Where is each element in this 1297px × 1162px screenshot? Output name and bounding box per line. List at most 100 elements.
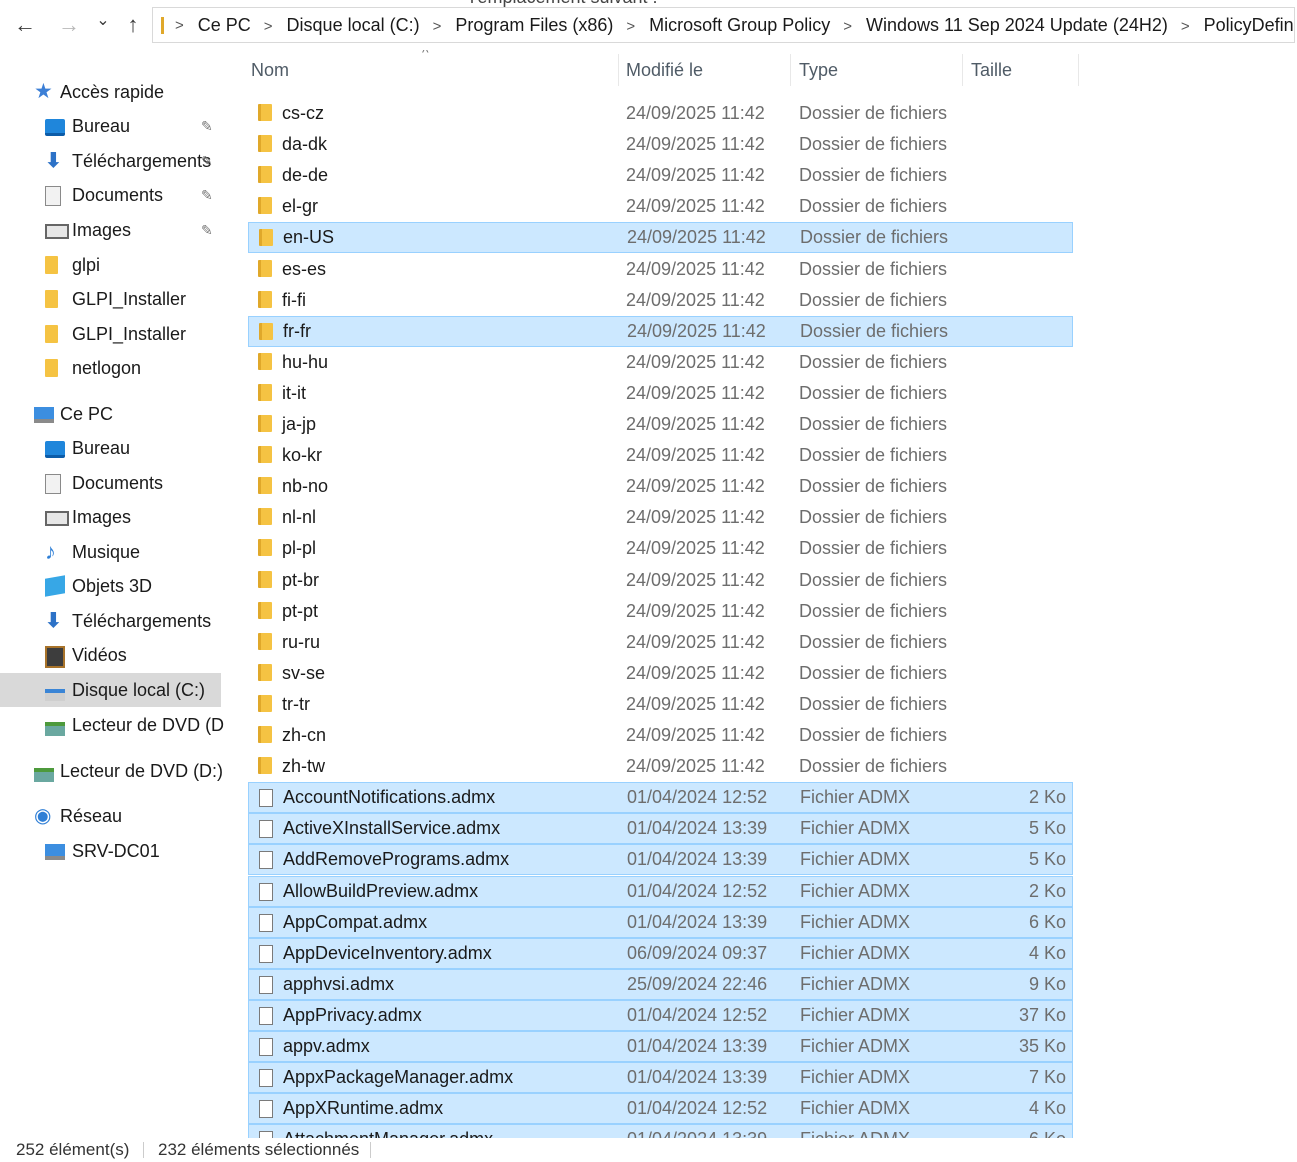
modified-date: 24/09/2025 11:42 [626, 290, 765, 310]
recent-locations-chevron-icon[interactable]: ⌄ [90, 6, 116, 36]
folder-row[interactable]: nl-nl 24/09/2025 11:42 Dossier de fichiers [248, 502, 1073, 533]
file-name: AttachmentManager.admx [283, 1124, 493, 1138]
breadcrumb-item[interactable]: Program Files (x86) [453, 15, 615, 35]
file-size: 6 Ko [1029, 1124, 1066, 1138]
sidebar-item[interactable]: Lecteur de DVD (D:) S [0, 754, 224, 788]
back-arrow-icon[interactable]: ← [12, 10, 38, 40]
pin-icon[interactable]: ✎ [201, 178, 213, 212]
file-icon [259, 945, 273, 963]
sidebar-item[interactable]: Objets 3D [0, 569, 224, 603]
sidebar-item[interactable]: ♪ Musique [0, 535, 224, 569]
address-bar[interactable]: > Ce PC > Disque local (C:) > Program Files … [152, 7, 1295, 43]
column-type[interactable]: Type [796, 50, 962, 90]
file-row[interactable]: apphvsi.admx 25/09/2024 22:46 Fichier ADMX… [248, 969, 1073, 1000]
breadcrumb-separator-icon[interactable]: > [1170, 18, 1202, 35]
modified-date: 24/09/2025 11:42 [626, 383, 765, 403]
file-row[interactable]: AccountNotifications.admx 01/04/2024 12:5… [248, 782, 1073, 813]
sidebar-item[interactable]: ⬇ Téléchargements [0, 604, 224, 638]
file-type: Dossier de fichiers [799, 290, 948, 310]
folder-row[interactable]: pt-br 24/09/2025 11:42 Dossier de fichiers [248, 565, 1073, 596]
file-row[interactable]: AttachmentManager.admx 01/04/2024 13:39 Fi… [248, 1124, 1073, 1138]
sidebar-item[interactable]: ★ Accès rapide [0, 75, 224, 109]
pin-icon[interactable]: ✎ [201, 213, 213, 247]
folder-row[interactable]: ru-ru 24/09/2025 11:42 Dossier de fichiers [248, 627, 1073, 658]
folder-row[interactable]: cs-cz 24/09/2025 11:42 Dossier de fichiers [248, 98, 1073, 129]
pin-icon[interactable]: ✎ [201, 144, 213, 178]
sidebar-item[interactable]: Disque local (C:) [0, 673, 221, 707]
sidebar-item[interactable]: Images ✎ [0, 213, 224, 247]
navigation-bar: l'emplacement suivant : ← → ⌄ ↑ > Ce PC>… [0, 0, 1297, 50]
file-row[interactable]: appv.admx 01/04/2024 13:39 Fichier ADMX 35 … [248, 1031, 1073, 1062]
file-row[interactable]: AppXRuntime.admx 01/04/2024 12:52 Fichier … [248, 1093, 1073, 1124]
file-row[interactable]: AppxPackageManager.admx 01/04/2024 13:39 F… [248, 1062, 1073, 1093]
sidebar-item[interactable]: Ce PC [0, 397, 224, 431]
file-row[interactable]: AppPrivacy.admx 01/04/2024 12:52 Fichier A… [248, 1000, 1073, 1031]
folder-row[interactable]: hu-hu 24/09/2025 11:42 Dossier de fichiers [248, 347, 1073, 378]
folder-row[interactable]: en-US 24/09/2025 11:42 Dossier de fichiers [248, 222, 1073, 253]
file-row[interactable]: AddRemovePrograms.admx 01/04/2024 13:39 Fi… [248, 844, 1073, 875]
folder-row[interactable]: da-dk 24/09/2025 11:42 Dossier de fichiers [248, 129, 1073, 160]
sidebar-item[interactable]: glpi [0, 248, 224, 282]
folder-row[interactable]: it-it 24/09/2025 11:42 Dossier de fichiers [248, 378, 1073, 409]
column-size[interactable]: Taille [968, 50, 1078, 90]
folder-row[interactable]: fi-fi 24/09/2025 11:42 Dossier de fichiers [248, 285, 1073, 316]
sidebar-item[interactable]: Documents [0, 466, 224, 500]
file-name: fi-fi [282, 290, 306, 310]
folder-row[interactable]: pt-pt 24/09/2025 11:42 Dossier de fichiers [248, 596, 1073, 627]
sidebar-item[interactable]: netlogon [0, 351, 224, 385]
folder-row[interactable]: zh-tw 24/09/2025 11:42 Dossier de fichiers [248, 751, 1073, 782]
folder-row[interactable]: tr-tr 24/09/2025 11:42 Dossier de fichiers [248, 689, 1073, 720]
sidebar-item-label: GLPI_Installer [72, 289, 187, 309]
folder-row[interactable]: zh-cn 24/09/2025 11:42 Dossier de fichiers [248, 720, 1073, 751]
sidebar-item[interactable]: Documents ✎ [0, 178, 224, 212]
sidebar-item[interactable]: Images [0, 500, 224, 534]
file-name: hu-hu [282, 352, 329, 372]
up-arrow-icon[interactable]: ↑ [120, 10, 146, 40]
file-row[interactable]: AppDeviceInventory.admx 06/09/2024 09:37 F… [248, 938, 1073, 969]
file-row[interactable]: ActiveXInstallService.admx 01/04/2024 13:… [248, 813, 1073, 844]
file-type: Fichier ADMX [800, 912, 911, 932]
pin-icon[interactable]: ✎ [201, 109, 213, 143]
folder-row[interactable]: de-de 24/09/2025 11:42 Dossier de fichiers [248, 160, 1073, 191]
folder-row[interactable]: pl-pl 24/09/2025 11:42 Dossier de fichiers [248, 533, 1073, 564]
folder-row[interactable]: ja-jp 24/09/2025 11:42 Dossier de fichiers [248, 409, 1073, 440]
folder-row[interactable]: el-gr 24/09/2025 11:42 Dossier de fichiers [248, 191, 1073, 222]
sidebar-item[interactable]: ◉ Réseau [0, 799, 224, 833]
modified-date: 01/04/2024 13:39 [627, 1036, 768, 1056]
breadcrumb-item[interactable]: Disque local (C:) [285, 15, 422, 35]
breadcrumb-separator-icon[interactable]: > [615, 18, 647, 35]
folder-row[interactable]: ko-kr 24/09/2025 11:42 Dossier de fichiers [248, 440, 1073, 471]
sidebar-item[interactable]: Lecteur de DVD (D:) [0, 708, 224, 742]
file-type: Dossier de fichiers [799, 538, 948, 558]
forward-arrow-icon[interactable]: → [56, 10, 82, 40]
sidebar-item[interactable]: Bureau [0, 431, 224, 465]
sidebar-item[interactable]: Bureau ✎ [0, 109, 224, 143]
sidebar-item[interactable]: Vidéos [0, 638, 224, 672]
file-type: Dossier de fichiers [799, 632, 948, 652]
folder-icon [258, 353, 272, 370]
folder-row[interactable]: sv-se 24/09/2025 11:42 Dossier de fichiers [248, 658, 1073, 689]
column-modified[interactable]: Modifié le [623, 50, 790, 90]
breadcrumb-item[interactable]: Microsoft Group Policy [647, 15, 832, 35]
folder-icon [258, 477, 272, 494]
folder-icon [45, 256, 58, 274]
breadcrumb-separator-icon[interactable]: > [164, 17, 196, 34]
sidebar-item[interactable]: GLPI_Installer [0, 282, 224, 316]
breadcrumb-item[interactable]: Windows 11 Sep 2024 Update (24H2) [864, 15, 1170, 35]
file-row[interactable]: AllowBuildPreview.admx 01/04/2024 12:52 Fi… [248, 876, 1073, 907]
sidebar-item[interactable]: GLPI_Installer [0, 317, 224, 351]
breadcrumb-separator-icon[interactable]: > [422, 18, 454, 35]
file-row[interactable]: AppCompat.admx 01/04/2024 13:39 Fichier AD… [248, 907, 1073, 938]
breadcrumb-separator-icon[interactable]: > [253, 18, 285, 35]
folder-row[interactable]: nb-no 24/09/2025 11:42 Dossier de fichiers [248, 471, 1073, 502]
breadcrumb-item[interactable]: PolicyDefinitions [1202, 15, 1294, 35]
breadcrumb-item[interactable]: Ce PC [196, 15, 253, 35]
folder-row[interactable]: fr-fr 24/09/2025 11:42 Dossier de fichiers [248, 316, 1073, 347]
sidebar-item[interactable]: ⬇ Téléchargements ✎ [0, 144, 224, 178]
column-name[interactable]: Nom [248, 50, 618, 90]
sidebar-item-label: Ce PC [60, 404, 114, 424]
breadcrumb-separator-icon[interactable]: > [832, 18, 864, 35]
file-name: AppXRuntime.admx [283, 1098, 444, 1118]
sidebar-item[interactable]: SRV-DC01 [0, 834, 224, 868]
folder-row[interactable]: es-es 24/09/2025 11:42 Dossier de fichiers [248, 254, 1073, 285]
